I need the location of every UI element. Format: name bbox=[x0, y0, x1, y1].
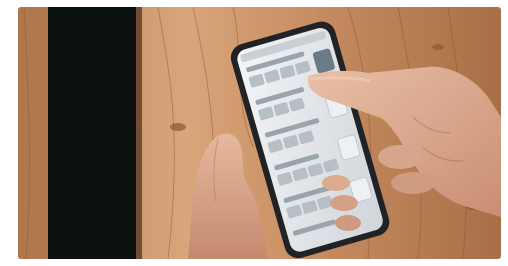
wood-knot bbox=[432, 44, 444, 50]
photo bbox=[18, 7, 501, 259]
curled-finger bbox=[391, 172, 435, 194]
left-hand-finger bbox=[335, 215, 361, 231]
dark-doorway bbox=[48, 7, 136, 259]
wood-knot bbox=[170, 123, 186, 131]
left-hand-finger bbox=[330, 195, 358, 211]
photo-frame bbox=[0, 0, 508, 266]
doorway-edge bbox=[136, 7, 142, 259]
photo-svg bbox=[18, 7, 501, 259]
left-wood-strip bbox=[18, 7, 48, 259]
left-hand-finger bbox=[322, 175, 350, 191]
curled-finger bbox=[378, 145, 422, 169]
